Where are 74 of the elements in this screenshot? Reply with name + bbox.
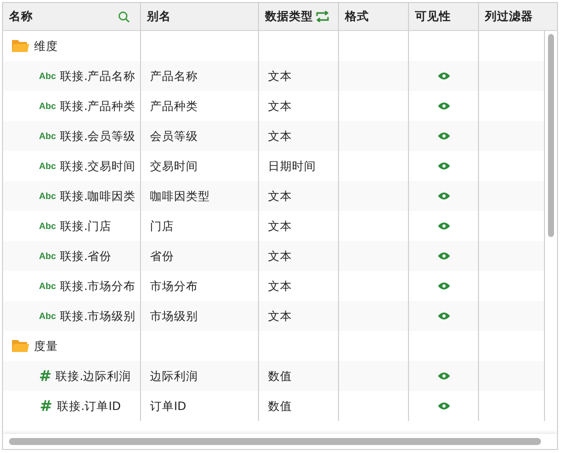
column-title: 别名 bbox=[147, 9, 171, 24]
text-type-icon: Abc bbox=[39, 221, 56, 231]
field-name[interactable]: 联接.市场级别 bbox=[60, 308, 136, 324]
number-type-icon: # bbox=[39, 367, 52, 385]
field-alias: 产品种类 bbox=[150, 98, 198, 114]
column-title: 可见性 bbox=[415, 9, 451, 24]
field-alias: 边际利润 bbox=[150, 368, 198, 384]
eye-icon[interactable] bbox=[438, 102, 450, 110]
field-data-type: 数值 bbox=[268, 368, 292, 384]
text-type-icon: Abc bbox=[39, 71, 56, 81]
column-title: 列过滤器 bbox=[485, 9, 533, 24]
field-alias: 会员等级 bbox=[150, 128, 198, 144]
field-name[interactable]: 联接.交易时间 bbox=[60, 158, 136, 174]
field-name[interactable]: 联接.门店 bbox=[60, 218, 112, 234]
folder-icon bbox=[12, 39, 29, 53]
text-type-icon: Abc bbox=[39, 251, 56, 261]
eye-icon[interactable] bbox=[438, 372, 450, 380]
field-alias: 交易时间 bbox=[150, 158, 198, 174]
text-type-icon: Abc bbox=[39, 131, 56, 141]
swap-icon[interactable] bbox=[316, 11, 329, 22]
horizontal-scrollbar[interactable] bbox=[3, 434, 557, 449]
eye-icon[interactable] bbox=[438, 282, 450, 290]
column-title: 格式 bbox=[345, 9, 369, 24]
search-icon[interactable] bbox=[118, 10, 130, 22]
eye-icon[interactable] bbox=[438, 162, 450, 170]
text-type-icon: Abc bbox=[39, 311, 56, 321]
field-name[interactable]: 联接.咖啡因类 bbox=[60, 188, 136, 204]
eye-icon[interactable] bbox=[438, 72, 450, 80]
column-title: 名称 bbox=[9, 9, 33, 24]
field-data-type: 文本 bbox=[268, 98, 292, 114]
field-alias: 咖啡因类型 bbox=[150, 188, 210, 204]
field-data-type: 文本 bbox=[268, 308, 292, 324]
group-label[interactable]: 度量 bbox=[34, 338, 58, 354]
column-header[interactable]: 可见性 bbox=[409, 3, 479, 30]
text-type-icon: Abc bbox=[39, 281, 56, 291]
field-data-type: 数值 bbox=[268, 398, 292, 414]
field-name[interactable]: 联接.省份 bbox=[60, 248, 112, 264]
eye-icon[interactable] bbox=[438, 252, 450, 260]
field-name[interactable]: 联接.会员等级 bbox=[60, 128, 136, 144]
field-data-type: 文本 bbox=[268, 68, 292, 84]
number-type-icon: # bbox=[39, 397, 53, 415]
text-type-icon: Abc bbox=[39, 101, 56, 111]
eye-icon[interactable] bbox=[438, 222, 450, 230]
field-name[interactable]: 联接.订单ID bbox=[57, 398, 121, 414]
field-data-type: 日期时间 bbox=[268, 158, 316, 174]
column-header[interactable]: 别名 bbox=[141, 3, 259, 30]
field-name[interactable]: 联接.市场分布 bbox=[60, 278, 136, 294]
field-alias: 省份 bbox=[150, 248, 174, 264]
field-name[interactable]: 联接.产品种类 bbox=[60, 98, 136, 114]
field-data-type: 文本 bbox=[268, 128, 292, 144]
column-header[interactable]: 格式 bbox=[339, 3, 409, 30]
group-label[interactable]: 维度 bbox=[34, 38, 58, 54]
column-header[interactable]: 数据类型 bbox=[259, 3, 339, 30]
field-alias: 门店 bbox=[150, 218, 174, 234]
eye-icon[interactable] bbox=[438, 132, 450, 140]
text-type-icon: Abc bbox=[39, 191, 56, 201]
eye-icon[interactable] bbox=[438, 402, 450, 410]
column-title: 数据类型 bbox=[265, 9, 313, 24]
eye-icon[interactable] bbox=[438, 312, 450, 320]
column-header[interactable]: 列过滤器 bbox=[479, 3, 557, 30]
field-data-type: 文本 bbox=[268, 248, 292, 264]
field-alias: 订单ID bbox=[150, 398, 186, 414]
field-alias: 市场分布 bbox=[150, 278, 198, 294]
field-name[interactable]: 联接.产品名称 bbox=[60, 68, 136, 84]
text-type-icon: Abc bbox=[39, 161, 56, 171]
field-alias: 产品名称 bbox=[150, 68, 198, 84]
field-alias: 市场级别 bbox=[150, 308, 198, 324]
field-data-type: 文本 bbox=[268, 278, 292, 294]
field-name[interactable]: 联接.边际利润 bbox=[56, 368, 132, 384]
field-data-type: 文本 bbox=[268, 188, 292, 204]
folder-icon bbox=[12, 339, 29, 353]
field-data-type: 文本 bbox=[268, 218, 292, 234]
column-header[interactable]: 名称 bbox=[3, 3, 141, 30]
eye-icon[interactable] bbox=[438, 192, 450, 200]
